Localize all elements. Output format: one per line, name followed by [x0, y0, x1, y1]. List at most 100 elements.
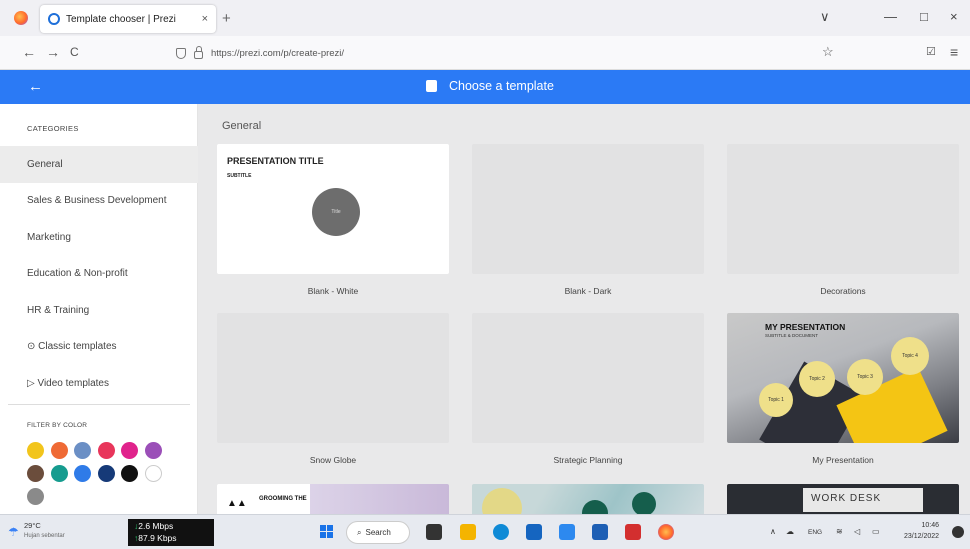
category-marketing[interactable]: Marketing	[0, 219, 198, 256]
topic-bubble: Topic 2	[799, 361, 835, 397]
thumb-circle: Title	[312, 188, 360, 236]
peek-text: GROOMING THE	[259, 496, 307, 502]
color-swatch[interactable]	[97, 442, 115, 459]
template-thumbnail[interactable]	[472, 144, 704, 274]
acrobat-icon[interactable]	[625, 524, 641, 540]
template-card-snow-globe[interactable]: Snow Globe	[217, 313, 449, 465]
divider	[8, 404, 190, 405]
category-hr-training[interactable]: HR & Training	[0, 292, 198, 329]
browser-nav-bar: ← → C https://prezi.com/p/create-prezi/ …	[0, 36, 970, 70]
store-icon[interactable]	[526, 524, 542, 540]
color-swatch[interactable]	[144, 442, 162, 459]
battery-icon[interactable]: ▭	[872, 527, 880, 536]
lock-icon[interactable]	[194, 46, 203, 59]
color-swatch[interactable]	[74, 442, 91, 459]
color-swatch[interactable]	[27, 442, 44, 459]
network-speed-widget: ↓2.6 Mbps ↑87.9 Kbps	[128, 519, 214, 546]
minimize-button[interactable]: —	[884, 9, 897, 24]
new-tab-button[interactable]: +	[222, 10, 231, 27]
task-view-icon[interactable]	[426, 524, 442, 540]
windows-taskbar: ☂ 29°C Hujan sebentar ↓2.6 Mbps ↑87.9 Kb…	[0, 514, 970, 549]
color-swatch[interactable]	[121, 442, 138, 459]
cloud-icon[interactable]: ☁	[786, 527, 794, 536]
color-swatch[interactable]	[50, 442, 68, 459]
categories-heading: CATEGORIES	[27, 124, 79, 133]
prezi-favicon-icon	[48, 13, 60, 25]
tray-overflow-icon[interactable]: ∧	[770, 527, 776, 536]
template-thumbnail[interactable]: PRESENTATION TITLE SUBTITLE Title	[217, 144, 449, 274]
clock-date: 23/12/2022	[904, 533, 940, 540]
color-swatch[interactable]	[97, 465, 115, 482]
peek-text: WORK DESK	[803, 488, 923, 512]
topic-bubble: Topic 4	[891, 337, 929, 375]
template-card-peek[interactable]	[472, 484, 704, 514]
weather-desc: Hujan sebentar	[24, 533, 65, 539]
template-label[interactable]: Strategic Planning	[472, 455, 704, 465]
notification-icon[interactable]	[952, 526, 964, 538]
word-icon[interactable]	[592, 524, 608, 540]
start-button[interactable]	[320, 525, 334, 539]
color-swatch[interactable]	[144, 465, 162, 482]
color-swatch[interactable]	[121, 465, 138, 482]
bookmark-star-icon[interactable]: ☆	[822, 44, 834, 60]
firefox-taskbar-icon[interactable]	[658, 524, 674, 540]
color-swatch[interactable]	[27, 488, 44, 505]
clock[interactable]: 10:46 23/12/2022	[904, 520, 939, 542]
template-label[interactable]: My Presentation	[727, 455, 959, 465]
wifi-icon[interactable]: ≋	[836, 527, 843, 536]
template-label[interactable]: Blank - Dark	[472, 286, 704, 296]
reload-button[interactable]: C	[70, 45, 79, 59]
color-swatch[interactable]	[27, 465, 44, 482]
language-indicator[interactable]: ENG	[808, 529, 822, 536]
restore-button[interactable]: □	[920, 9, 928, 24]
edge-icon[interactable]	[493, 524, 509, 540]
template-label[interactable]: Snow Globe	[217, 455, 449, 465]
category-classic-templates[interactable]: ⊙ Classic templates	[0, 329, 198, 366]
template-thumbnail[interactable]	[217, 313, 449, 443]
template-card-my-presentation[interactable]: MY PRESENTATION SUBTITLE & DOCUMENT Topi…	[727, 313, 959, 465]
thumb-title: PRESENTATION TITLE	[227, 156, 324, 166]
color-swatch[interactable]	[50, 465, 68, 482]
tab-list-icon[interactable]: ∨	[820, 9, 830, 25]
color-swatch[interactable]	[74, 465, 91, 482]
peek-logo-icon: ▲▲	[227, 498, 247, 509]
shield-icon[interactable]	[176, 47, 186, 59]
template-label[interactable]: Decorations	[727, 286, 959, 296]
category-video-templates[interactable]: ▷ Video templates	[0, 365, 198, 402]
forward-button[interactable]: →	[46, 44, 60, 60]
template-grid: General PRESENTATION TITLE SUBTITLE Titl…	[198, 104, 970, 514]
weather-icon[interactable]: ☂	[8, 525, 19, 539]
menu-icon[interactable]: ≡	[950, 44, 958, 60]
filter-by-color-heading: FILTER BY COLOR	[27, 422, 88, 429]
template-thumbnail[interactable]	[727, 144, 959, 274]
template-card-blank-white[interactable]: PRESENTATION TITLE SUBTITLE Title Blank …	[217, 144, 449, 296]
template-thumbnail[interactable]	[472, 313, 704, 443]
template-label[interactable]: Blank - White	[217, 286, 449, 296]
color-swatches	[27, 442, 177, 505]
url-text[interactable]: https://prezi.com/p/create-prezi/	[211, 48, 344, 59]
weather-widget[interactable]: 29°C Hujan sebentar	[24, 521, 65, 541]
app-icon[interactable]	[559, 524, 575, 540]
file-explorer-icon[interactable]	[460, 524, 476, 540]
header-back-button[interactable]: ←	[28, 78, 43, 95]
pocket-icon[interactable]: ☑	[926, 45, 936, 58]
template-card-decorations[interactable]: Decorations	[727, 144, 959, 296]
app-header: ← Choose a template	[0, 70, 970, 104]
search-icon: ⌕	[357, 527, 362, 537]
category-general[interactable]: General	[0, 146, 198, 183]
template-card-peek[interactable]: WORK DESK	[727, 484, 959, 514]
taskbar-search[interactable]: ⌕ Search	[346, 521, 410, 544]
template-card-blank-dark[interactable]: Blank - Dark	[472, 144, 704, 296]
close-window-button[interactable]: ×	[950, 9, 958, 24]
tab-close-icon[interactable]: ×	[202, 13, 208, 25]
category-sales[interactable]: Sales & Business Development	[0, 183, 198, 220]
template-thumbnail[interactable]: MY PRESENTATION SUBTITLE & DOCUMENT Topi…	[727, 313, 959, 443]
tab-template-chooser[interactable]: Template chooser | Prezi ×	[40, 5, 216, 33]
category-education[interactable]: Education & Non-profit	[0, 256, 198, 293]
volume-icon[interactable]: ◁	[854, 527, 860, 536]
firefox-logo-icon[interactable]	[14, 11, 28, 25]
template-card-strategic-planning[interactable]: Strategic Planning	[472, 313, 704, 465]
template-card-peek[interactable]: ▲▲ GROOMING THE	[217, 484, 449, 514]
url-bar[interactable]: https://prezi.com/p/create-prezi/	[176, 41, 846, 65]
back-button[interactable]: ←	[22, 44, 36, 60]
